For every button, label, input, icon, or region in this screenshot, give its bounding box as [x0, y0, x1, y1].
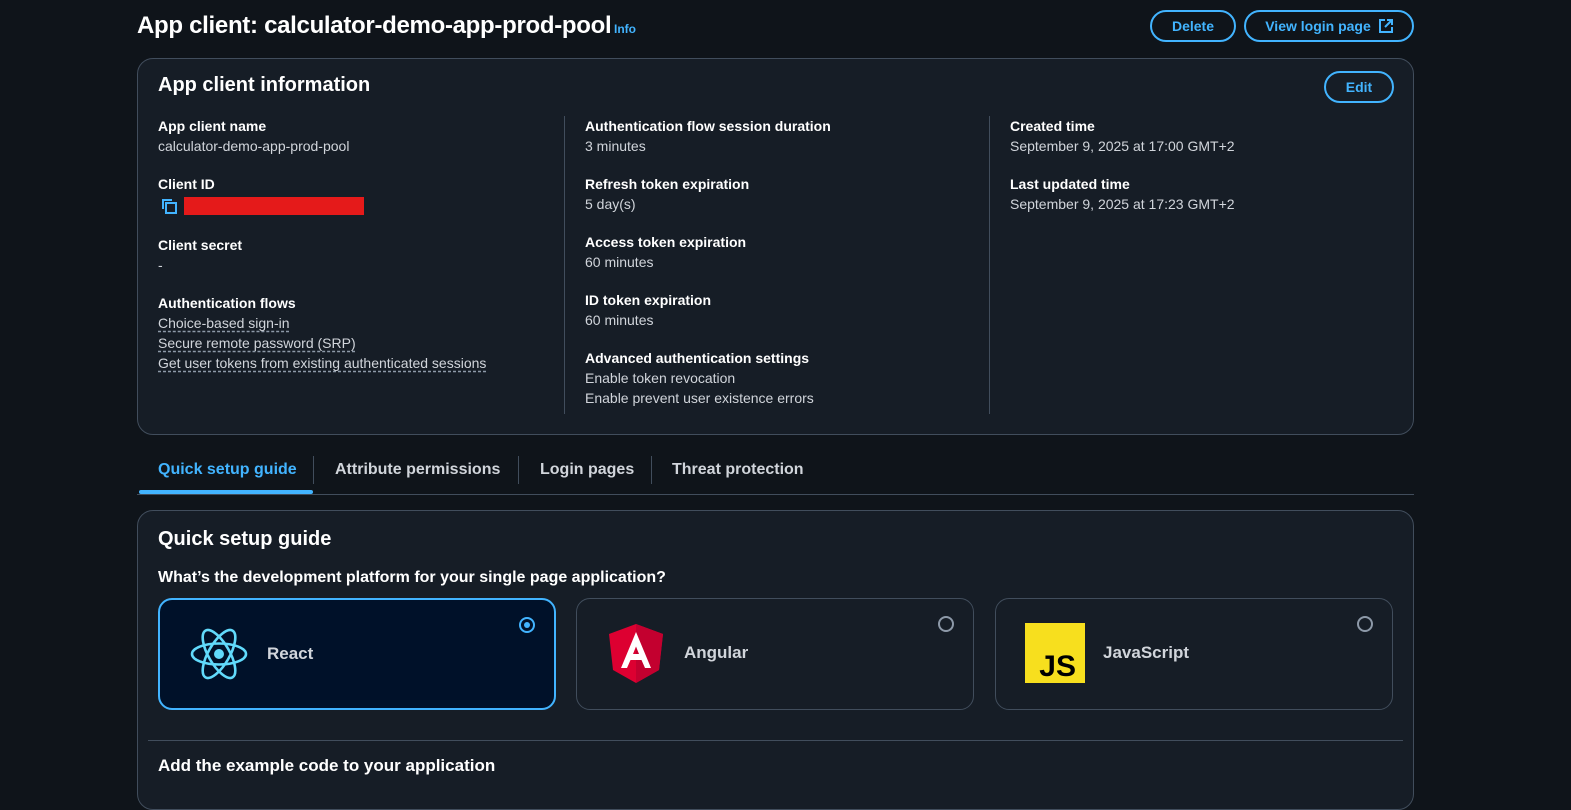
guide-title: Quick setup guide [158, 528, 332, 550]
session-duration-field: Authentication flow session duration 3 m… [585, 116, 990, 156]
client-secret-field: Client secret - [158, 235, 563, 275]
tab-quick-setup-guide[interactable]: Quick setup guide [158, 461, 297, 493]
auth-flow-item[interactable]: Choice-based sign-in [158, 313, 290, 333]
active-tab-indicator [139, 490, 313, 494]
platform-question: What’s the development platform for your… [158, 569, 666, 586]
tab-separator [313, 456, 314, 484]
page-title: App client: calculator-demo-app-prod-poo… [137, 12, 612, 39]
client-id-redacted [184, 197, 364, 215]
app-client-name-label: App client name [158, 118, 267, 134]
auth-flow-item[interactable]: Get user tokens from existing authentica… [158, 353, 486, 373]
created-time-field: Created time September 9, 2025 at 17:00 … [1010, 116, 1415, 156]
auth-flows-label: Authentication flows [158, 295, 296, 311]
app-client-name-field: App client name calculator-demo-app-prod… [158, 116, 563, 156]
edit-button-label: Edit [1345, 79, 1373, 95]
created-time-value: September 9, 2025 at 17:00 GMT+2 [1010, 138, 1235, 154]
access-token-label: Access token expiration [585, 234, 747, 250]
auth-flow-item[interactable]: Secure remote password (SRP) [158, 333, 356, 353]
session-duration-value: 3 minutes [585, 138, 646, 154]
tab-login-pages[interactable]: Login pages [540, 461, 634, 493]
delete-button[interactable]: Delete [1150, 10, 1236, 42]
client-id-field: Client ID [158, 174, 563, 217]
session-duration-label: Authentication flow session duration [585, 118, 831, 134]
delete-button-label: Delete [1171, 18, 1215, 34]
refresh-token-field: Refresh token expiration 5 day(s) [585, 174, 990, 214]
view-login-page-button[interactable]: View login page [1244, 10, 1414, 42]
refresh-token-label: Refresh token expiration [585, 176, 750, 192]
radio-button-javascript[interactable] [1357, 616, 1373, 632]
tab-threat-protection[interactable]: Threat protection [672, 461, 804, 493]
id-token-field: ID token expiration 60 minutes [585, 290, 990, 330]
radio-button-angular[interactable] [938, 616, 954, 632]
refresh-token-value: 5 day(s) [585, 196, 636, 212]
updated-time-field: Last updated time September 9, 2025 at 1… [1010, 174, 1415, 214]
updated-time-label: Last updated time [1010, 176, 1130, 192]
app-client-name-value: calculator-demo-app-prod-pool [158, 138, 350, 154]
client-id-row [158, 195, 563, 217]
access-token-value: 60 minutes [585, 254, 654, 270]
tab-separator [518, 456, 519, 484]
add-example-code-heading: Add the example code to your application [158, 756, 496, 775]
advanced-auth-value: Enable token revocation [585, 370, 736, 386]
javascript-logo-icon: JS [1025, 623, 1085, 683]
section-divider [148, 740, 1403, 741]
tab-separator [651, 456, 652, 484]
platform-option-label: React [267, 644, 314, 663]
info-column-2: Authentication flow session duration 3 m… [564, 116, 990, 414]
page-header: App client: calculator-demo-app-prod-poo… [137, 10, 1414, 44]
tab-bar: Quick setup guide Attribute permissions … [137, 455, 1414, 495]
platform-option-javascript[interactable]: JS JavaScript [995, 598, 1393, 710]
advanced-auth-label: Advanced authentication settings [585, 350, 810, 366]
platform-option-react[interactable]: React [158, 598, 556, 710]
radio-button-react[interactable] [519, 617, 535, 633]
id-token-value: 60 minutes [585, 312, 654, 328]
platform-option-label: Angular [684, 643, 749, 662]
app-client-info-panel: App client information Edit App client n… [137, 58, 1414, 435]
auth-flows-field: Authentication flows Choice-based sign-i… [158, 293, 563, 373]
updated-time-value: September 9, 2025 at 17:23 GMT+2 [1010, 196, 1235, 212]
app-client-info-title: App client information [158, 74, 371, 96]
access-token-field: Access token expiration 60 minutes [585, 232, 990, 272]
view-login-page-label: View login page [1265, 18, 1371, 34]
client-id-label: Client ID [158, 176, 215, 192]
react-logo-icon [190, 628, 248, 680]
advanced-auth-value: Enable prevent user existence errors [585, 390, 814, 406]
client-secret-label: Client secret [158, 237, 243, 253]
info-column-3: Created time September 9, 2025 at 17:00 … [989, 116, 1415, 414]
platform-option-label: JavaScript [1103, 643, 1189, 662]
id-token-label: ID token expiration [585, 292, 712, 308]
angular-logo-icon [609, 624, 663, 683]
advanced-auth-field: Advanced authentication settings Enable … [585, 348, 990, 408]
external-link-icon [1378, 19, 1393, 33]
created-time-label: Created time [1010, 118, 1095, 134]
client-secret-value: - [158, 257, 163, 273]
copy-icon[interactable] [160, 197, 178, 215]
info-column-1: App client name calculator-demo-app-prod… [158, 116, 563, 391]
edit-button[interactable]: Edit [1324, 71, 1394, 103]
platform-option-angular[interactable]: Angular [576, 598, 974, 710]
quick-setup-guide-panel: Quick setup guide What’s the development… [137, 510, 1414, 810]
info-link[interactable]: Info [614, 22, 636, 36]
svg-text:JS: JS [1039, 650, 1076, 683]
tab-attribute-permissions[interactable]: Attribute permissions [335, 461, 500, 493]
